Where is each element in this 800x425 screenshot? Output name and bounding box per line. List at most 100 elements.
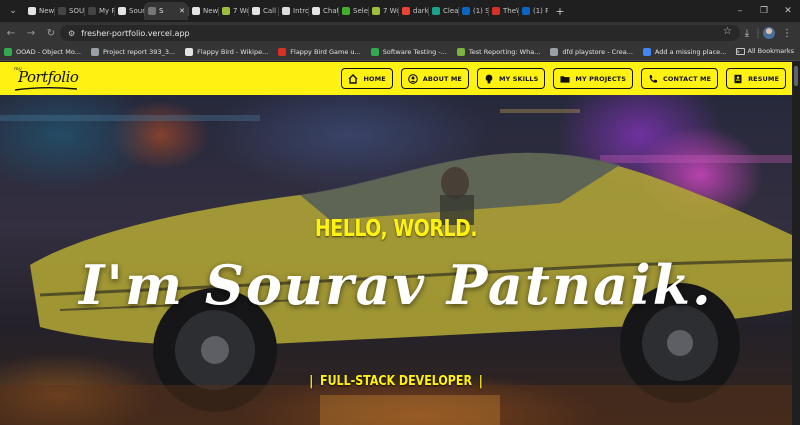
url-input[interactable] [81,28,642,38]
lightbulb-icon [484,74,494,84]
browser-tab[interactable]: 7 Wo [218,2,248,20]
tab-label: New [39,7,54,15]
browser-tab[interactable]: (1) P [518,2,548,20]
bookmark-label: Project report 393_3... [102,48,176,56]
hero-role: | FULL-STACK DEVELOPER | [59,374,732,389]
browser-tab[interactable]: Introd [278,2,308,20]
home-icon [348,73,358,84]
tab-search-chevron-icon[interactable]: ⌄ [4,2,22,20]
browser-tab[interactable]: New [24,2,54,20]
logo-text: Portfolio [18,68,79,86]
nav-home-button[interactable]: HOME [341,68,393,89]
tab-label: dark [413,7,428,15]
logo-swoosh-icon [14,87,78,91]
maximize-icon[interactable]: ❐ [752,0,776,22]
tab-label: S [159,7,164,15]
address-bar[interactable]: ⚙ ☆ [60,25,740,41]
nav-about-me-button[interactable]: ABOUT ME [400,68,469,89]
nav-my-projects-button[interactable]: MY PROJECTS [553,68,633,89]
browser-tab[interactable]: SOUI [54,2,84,20]
browser-tab[interactable]: Selen [338,2,368,20]
tab-favicon-icon [282,7,290,15]
browser-tab[interactable]: Call C [248,2,278,20]
bookmark-item[interactable]: OOAD - Object Mo... [4,48,81,56]
bookmark-label: Flappy Bird Game u... [290,48,361,56]
page-scrollbar[interactable] [792,62,800,425]
nav-contact-me-button[interactable]: CONTACT ME [641,68,719,89]
bookmark-favicon-icon [90,48,99,56]
all-bookmarks-button[interactable]: All Bookmarks [735,47,794,55]
tab-favicon-icon [222,7,230,15]
minimize-icon[interactable]: – [728,0,752,22]
tab-favicon-icon [372,7,380,15]
new-tab-button[interactable]: + [552,3,568,19]
more-menu-icon[interactable]: ⋮ [778,24,796,42]
browser-tab-strip: ⌄ NewSOUIMy PSourS✕New7 WoCall CIntrodCh… [0,0,800,22]
close-tab-icon[interactable]: ✕ [179,7,185,15]
tab-label: Sour [129,7,144,15]
site-info-icon[interactable]: ⚙ [68,29,75,38]
tab-favicon-icon [118,7,126,15]
folder-icon [560,74,570,84]
browser-tab[interactable]: TheW [488,2,518,20]
browser-tab[interactable]: Chatt [308,2,338,20]
tab-label: My P [99,7,114,15]
browser-tab[interactable]: My P [84,2,114,20]
nav-label: CONTACT ME [663,74,712,83]
browser-tab[interactable]: S ✕ [144,2,188,20]
browser-tab[interactable]: 7 Wo [368,2,398,20]
browser-toolbar: ← → ↻ ⚙ ☆ ⤓ | ⋮ [0,22,800,44]
portfolio-logo[interactable]: my Portfolio [14,64,80,94]
browser-tab[interactable]: (1) Sr [458,2,488,20]
tab-favicon-icon [312,7,320,15]
browser-tab[interactable]: Sour [114,2,144,20]
browser-tab[interactable]: dark [398,2,428,20]
back-arrow-icon[interactable]: ← [2,24,20,42]
tab-favicon-icon [522,7,530,15]
bookmark-item[interactable]: Software Testing -... [370,48,447,56]
browser-tab[interactable]: New [188,2,218,20]
bookmark-item[interactable]: Flappy Bird - Wikipe... [185,48,268,56]
tab-favicon-icon [342,7,350,15]
bookmark-favicon-icon [642,48,651,56]
nav-my-skills-button[interactable]: MY SKILLS [476,68,546,89]
tab-favicon-icon [148,7,156,15]
bookmark-favicon-icon [456,48,465,56]
bookmark-item[interactable]: dfd playstore - Crea... [550,48,633,56]
tab-favicon-icon [58,7,66,15]
tab-label: New [203,7,218,15]
role-divider-left: | [309,374,314,389]
profile-avatar[interactable] [763,27,775,39]
nav-label: MY PROJECTS [575,74,626,83]
scrollbar-thumb[interactable] [794,66,798,86]
tab-label: (1) P [533,7,548,15]
bookmark-item[interactable]: Add a missing place... [642,48,726,56]
bookmark-item[interactable]: Test Reporting: Wha... [456,48,540,56]
close-window-icon[interactable]: ✕ [776,0,800,22]
tab-favicon-icon [402,7,410,15]
browser-tab[interactable]: Clean [428,2,458,20]
role-text: FULL-STACK DEVELOPER [320,374,472,389]
nav-label: MY SKILLS [498,74,539,83]
bookmark-list: OOAD - Object Mo... Project report 393_3.… [4,48,736,56]
tab-label: (1) Sr [473,7,488,15]
page-viewport: my Portfolio HOME ABOUT ME MY SKILLS MY PRO… [0,62,792,425]
bookmark-item[interactable]: Project report 393_3... [90,48,176,56]
bookmark-star-icon[interactable]: ☆ [723,26,732,37]
nav-resume-button[interactable]: RESUME [726,68,786,89]
bookmark-item[interactable]: Flappy Bird Game u... [278,48,361,56]
reload-icon[interactable]: ↻ [42,24,60,42]
tab-label: Clean [443,7,458,15]
hero-greeting: HELLO, WORLD. [314,216,478,242]
tab-favicon-icon [432,7,440,15]
bookmark-label: Software Testing -... [382,48,447,56]
nav-label: ABOUT ME [422,74,462,83]
bookmark-label: dfd playstore - Crea... [562,48,633,56]
user-icon [407,73,418,84]
bookmark-favicon-icon [370,48,379,56]
download-icon[interactable]: ⤓ [738,24,756,42]
role-cursor: | [478,374,483,389]
document-icon [733,74,743,84]
forward-arrow-icon[interactable]: → [22,24,40,42]
tab-favicon-icon [88,7,96,15]
